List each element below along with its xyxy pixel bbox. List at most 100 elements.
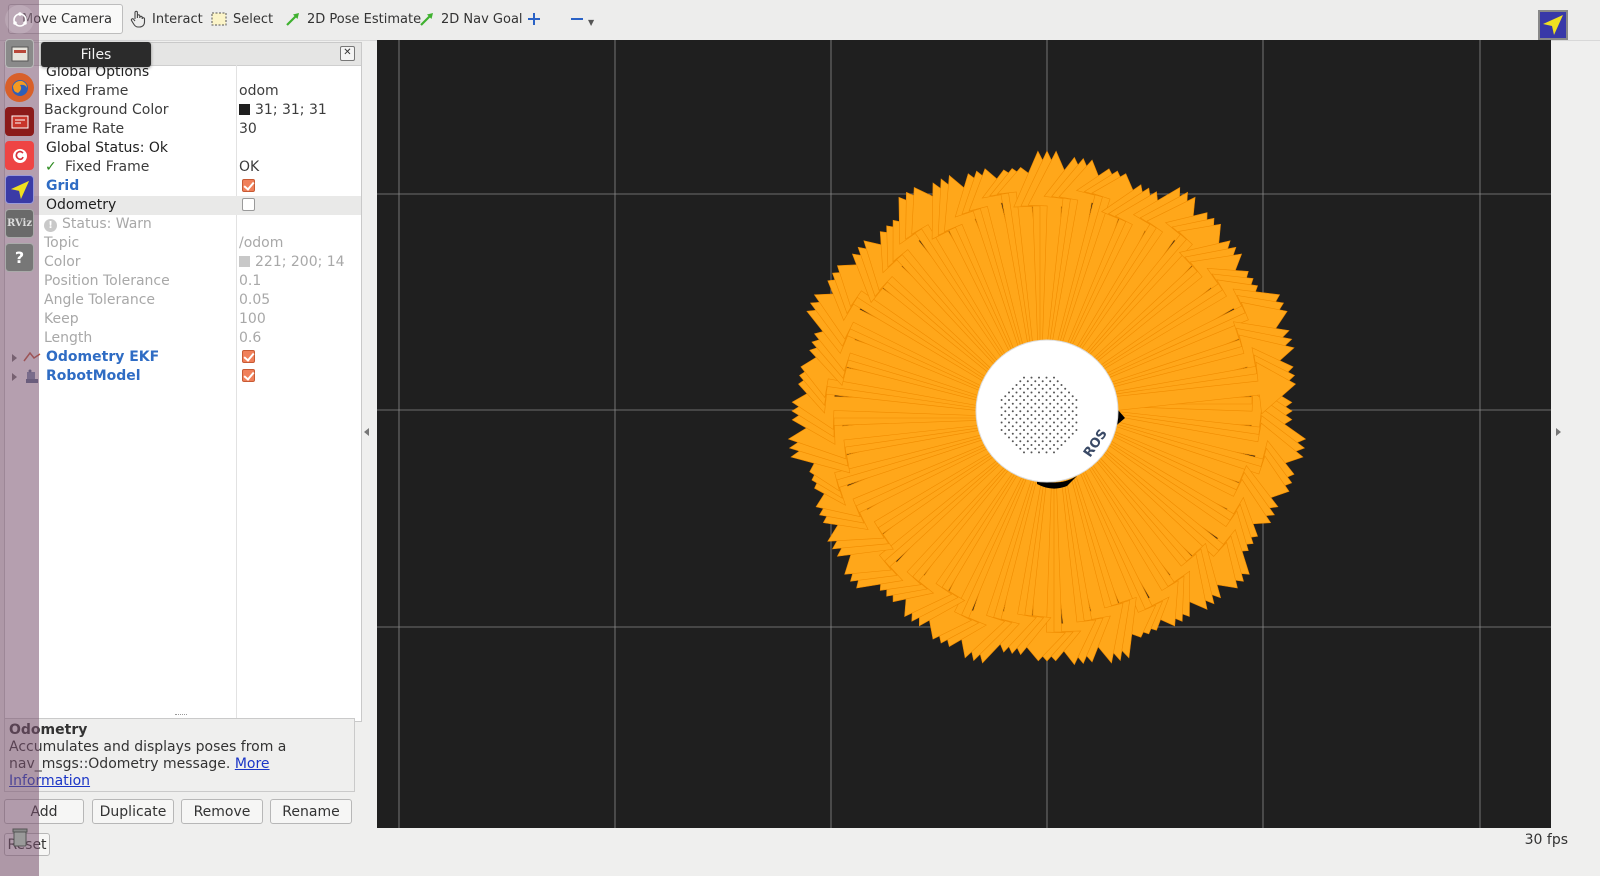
mount-hole bbox=[1023, 414, 1025, 416]
mount-hole bbox=[1064, 387, 1067, 390]
mount-hole bbox=[1026, 387, 1029, 390]
mount-hole bbox=[1071, 417, 1074, 420]
mount-hole bbox=[1045, 436, 1048, 439]
mount-hole bbox=[1026, 425, 1029, 428]
mount-hole bbox=[1056, 402, 1059, 405]
color-value[interactable]: 221; 200; 14 bbox=[239, 253, 345, 272]
row-value[interactable]: 100 bbox=[239, 310, 266, 329]
mount-hole bbox=[1056, 432, 1059, 435]
mount-hole bbox=[1030, 406, 1033, 409]
interact-tool[interactable]: Interact bbox=[129, 4, 203, 34]
mount-hole bbox=[1041, 380, 1044, 383]
odometry-checkbox[interactable] bbox=[242, 198, 255, 211]
green-arrow-icon bbox=[284, 10, 302, 28]
close-icon[interactable]: ✕ bbox=[340, 46, 355, 61]
tree-row-topic[interactable]: Topic /odom bbox=[5, 234, 361, 253]
rename-button[interactable]: Rename bbox=[270, 799, 352, 824]
tree-row-odometry[interactable]: Odometry bbox=[5, 196, 361, 215]
rviz-launcher-icon[interactable] bbox=[5, 175, 34, 204]
mount-hole bbox=[1068, 399, 1070, 401]
add-tool-button[interactable] bbox=[525, 4, 543, 34]
row-label: Angle Tolerance bbox=[44, 292, 156, 308]
row-value[interactable]: /odom bbox=[239, 234, 283, 253]
files-icon[interactable] bbox=[5, 39, 34, 68]
mount-hole bbox=[1068, 414, 1070, 416]
trash-icon[interactable] bbox=[5, 822, 34, 851]
mount-hole bbox=[1030, 451, 1033, 454]
tree-row-global-status[interactable]: Global Status: Ok bbox=[5, 139, 361, 158]
mount-hole bbox=[1000, 429, 1003, 431]
mount-hole bbox=[1030, 384, 1033, 386]
mount-hole bbox=[1060, 406, 1063, 409]
mount-hole bbox=[1049, 395, 1052, 398]
mount-hole bbox=[1068, 436, 1070, 439]
tree-row-fixed-frame-status[interactable]: ✓ Fixed Frame OK bbox=[5, 158, 361, 177]
row-value[interactable]: odom bbox=[239, 82, 279, 101]
firefox-icon[interactable] bbox=[5, 73, 34, 102]
tree-row-robot-model[interactable]: RobotModel bbox=[5, 367, 361, 386]
grid-checkbox[interactable] bbox=[242, 179, 255, 192]
collapse-left-icon[interactable] bbox=[364, 428, 369, 436]
remove-button[interactable]: Remove bbox=[181, 799, 263, 824]
mount-hole bbox=[1049, 440, 1052, 443]
mount-hole bbox=[1053, 384, 1055, 386]
row-label: Keep bbox=[44, 311, 79, 327]
mount-hole bbox=[1064, 417, 1067, 420]
mount-hole bbox=[1000, 406, 1003, 409]
row-value[interactable]: 0.05 bbox=[239, 291, 270, 310]
tree-row-frame-rate[interactable]: Frame Rate 30 bbox=[5, 120, 361, 139]
duplicate-button[interactable]: Duplicate bbox=[92, 799, 174, 824]
row-value[interactable]: 30 bbox=[239, 120, 257, 139]
tree-row-grid[interactable]: Grid bbox=[5, 177, 361, 196]
mount-hole bbox=[1041, 410, 1044, 413]
nav-goal-tool[interactable]: 2D Nav Goal bbox=[418, 4, 523, 34]
tree-row-status-warn[interactable]: ! Status: Warn bbox=[5, 215, 361, 234]
collapse-right-icon[interactable] bbox=[1556, 428, 1561, 436]
row-value[interactable]: 0.6 bbox=[239, 329, 261, 348]
tree-row-odometry-ekf[interactable]: Odometry EKF bbox=[5, 348, 361, 367]
row-value[interactable]: 0.1 bbox=[239, 272, 261, 291]
mount-hole bbox=[1041, 417, 1044, 420]
mount-hole bbox=[1075, 429, 1078, 431]
mount-hole bbox=[1071, 402, 1074, 405]
tree-row-position-tolerance[interactable]: Position Tolerance 0.1 bbox=[5, 272, 361, 291]
toolbar: Move Camera Interact Select 2D Pose Esti… bbox=[0, 0, 1600, 41]
mount-hole bbox=[1038, 384, 1040, 386]
rqt-icon[interactable]: RViz bbox=[5, 209, 34, 238]
mount-hole bbox=[1015, 444, 1018, 446]
mount-hole bbox=[1049, 387, 1052, 390]
nav-goal-label: 2D Nav Goal bbox=[441, 11, 523, 27]
tree-row-background-color[interactable]: Background Color 31; 31; 31 bbox=[5, 101, 361, 120]
row-value: OK bbox=[239, 159, 260, 175]
ubuntu-dash-icon[interactable] bbox=[5, 5, 34, 34]
tree-row-keep[interactable]: Keep 100 bbox=[5, 310, 361, 329]
software-center-icon[interactable] bbox=[5, 107, 34, 136]
interact-label: Interact bbox=[152, 11, 203, 27]
tree-row-fixed-frame[interactable]: Fixed Frame odom bbox=[5, 82, 361, 101]
mount-hole bbox=[1019, 425, 1022, 428]
launcher-bar: RViz ? bbox=[0, 0, 39, 876]
mount-hole bbox=[1038, 391, 1040, 394]
row-label: Fixed Frame bbox=[65, 159, 150, 175]
mount-hole bbox=[1064, 410, 1067, 413]
mount-hole bbox=[1034, 380, 1037, 383]
remove-tool-dropdown[interactable]: ▼ bbox=[568, 4, 594, 34]
mount-hole bbox=[1008, 406, 1010, 409]
pose-estimate-tool[interactable]: 2D Pose Estimate bbox=[284, 4, 421, 34]
mount-hole bbox=[1056, 440, 1059, 443]
tree-row-angle-tolerance[interactable]: Angle Tolerance 0.05 bbox=[5, 291, 361, 310]
mount-hole bbox=[1011, 417, 1014, 420]
debian-package-icon[interactable] bbox=[5, 141, 34, 170]
green-arrow-icon bbox=[418, 10, 436, 28]
mount-hole bbox=[1075, 399, 1078, 401]
mount-hole bbox=[1038, 436, 1040, 439]
odometry-ekf-checkbox[interactable] bbox=[242, 350, 255, 363]
mount-hole bbox=[1011, 432, 1014, 435]
select-tool[interactable]: Select bbox=[210, 4, 273, 34]
render-viewport[interactable]: ROS bbox=[377, 40, 1551, 828]
help-icon[interactable]: ? bbox=[5, 243, 34, 272]
tree-row-color[interactable]: Color 221; 200; 14 bbox=[5, 253, 361, 272]
robot-model-checkbox[interactable] bbox=[242, 369, 255, 382]
tree-row-length[interactable]: Length 0.6 bbox=[5, 329, 361, 348]
background-color-value[interactable]: 31; 31; 31 bbox=[239, 101, 327, 120]
